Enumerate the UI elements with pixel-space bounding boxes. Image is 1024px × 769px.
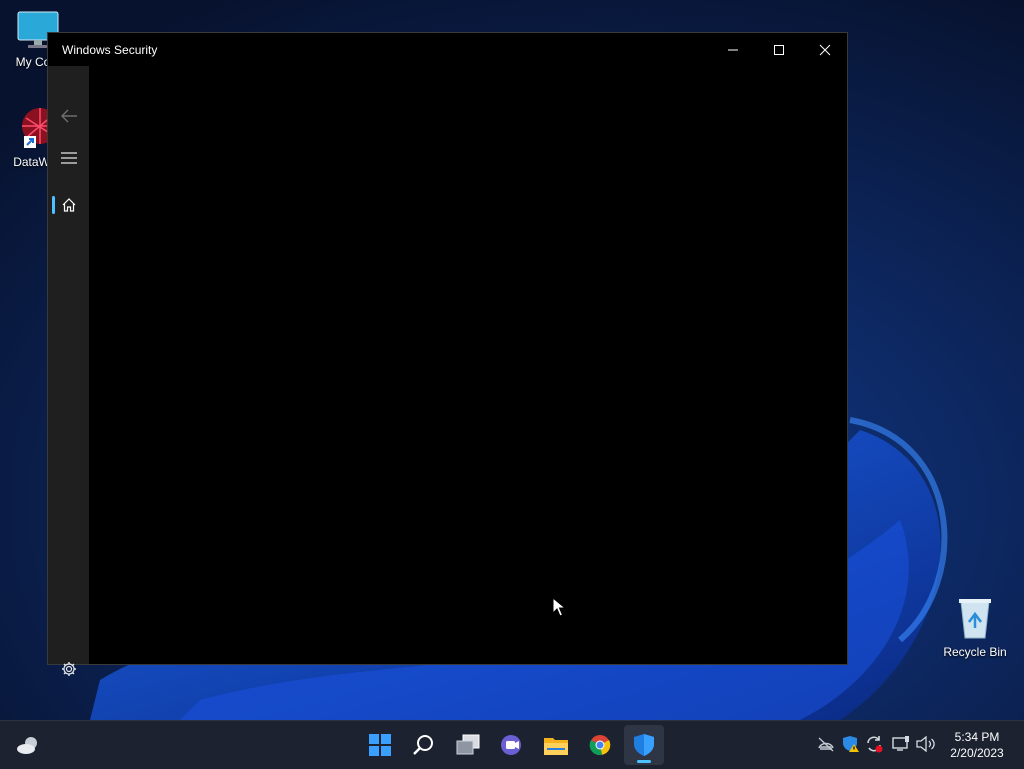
close-button[interactable] xyxy=(802,33,848,66)
back-arrow-icon xyxy=(60,109,77,123)
update-tray-button[interactable] xyxy=(863,733,885,755)
windows-start-icon xyxy=(369,734,391,756)
task-view-button[interactable] xyxy=(448,725,488,765)
maximize-icon xyxy=(774,44,784,55)
menu-button[interactable] xyxy=(48,140,89,176)
file-explorer-button[interactable] xyxy=(536,725,576,765)
security-warning-icon xyxy=(843,736,859,752)
chat-button[interactable] xyxy=(492,725,532,765)
search-icon xyxy=(413,735,433,755)
navigation-rail xyxy=(48,66,89,676)
window-content-area xyxy=(89,66,847,664)
back-button[interactable] xyxy=(48,98,89,134)
display-tray-button[interactable] xyxy=(890,733,912,755)
recycle-bin-icon xyxy=(959,599,991,639)
weather-icon xyxy=(17,737,37,754)
taskbar: 5:34 PM 2/20/2023 xyxy=(0,720,1024,769)
gear-icon xyxy=(61,662,76,676)
maximize-button[interactable] xyxy=(756,33,802,66)
windows-security-icon xyxy=(634,734,654,756)
selection-indicator xyxy=(52,196,55,214)
task-view-icon xyxy=(456,734,480,755)
windows-security-taskbar-button[interactable] xyxy=(624,725,664,765)
clock-date: 2/20/2023 xyxy=(950,746,1004,760)
window-titlebar[interactable]: Windows Security xyxy=(48,33,847,66)
update-icon xyxy=(867,736,883,753)
close-icon xyxy=(819,44,831,55)
nav-item-settings[interactable] xyxy=(48,651,89,687)
network-offline-icon xyxy=(818,737,834,752)
minimize-button[interactable] xyxy=(710,33,756,66)
running-indicator xyxy=(637,760,651,763)
windows-security-window: Windows Security xyxy=(47,32,848,676)
file-explorer-icon xyxy=(544,738,568,755)
search-button[interactable] xyxy=(404,725,444,765)
chat-icon xyxy=(501,735,521,755)
window-title: Windows Security xyxy=(62,43,158,57)
hamburger-menu-icon xyxy=(60,152,77,164)
clock-time: 5:34 PM xyxy=(954,730,1000,744)
nav-item-home[interactable] xyxy=(48,187,89,223)
chrome-button[interactable] xyxy=(580,725,620,765)
desktop-icon-recycle-bin[interactable]: Recycle Bin xyxy=(937,596,1013,659)
security-tray-button[interactable] xyxy=(840,733,862,755)
volume-icon xyxy=(916,736,935,752)
weather-widget-button[interactable] xyxy=(8,725,48,765)
desktop-icon-label: Recycle Bin xyxy=(943,645,1007,659)
chrome-icon xyxy=(589,735,611,756)
taskbar-clock[interactable]: 5:34 PM 2/20/2023 xyxy=(944,729,1010,761)
mouse-cursor-icon xyxy=(552,597,566,617)
network-tray-button[interactable] xyxy=(815,733,837,755)
start-button[interactable] xyxy=(360,725,400,765)
home-icon xyxy=(62,198,75,212)
minimize-icon xyxy=(728,49,738,50)
display-icon xyxy=(892,736,909,751)
volume-tray-button[interactable] xyxy=(915,733,937,755)
